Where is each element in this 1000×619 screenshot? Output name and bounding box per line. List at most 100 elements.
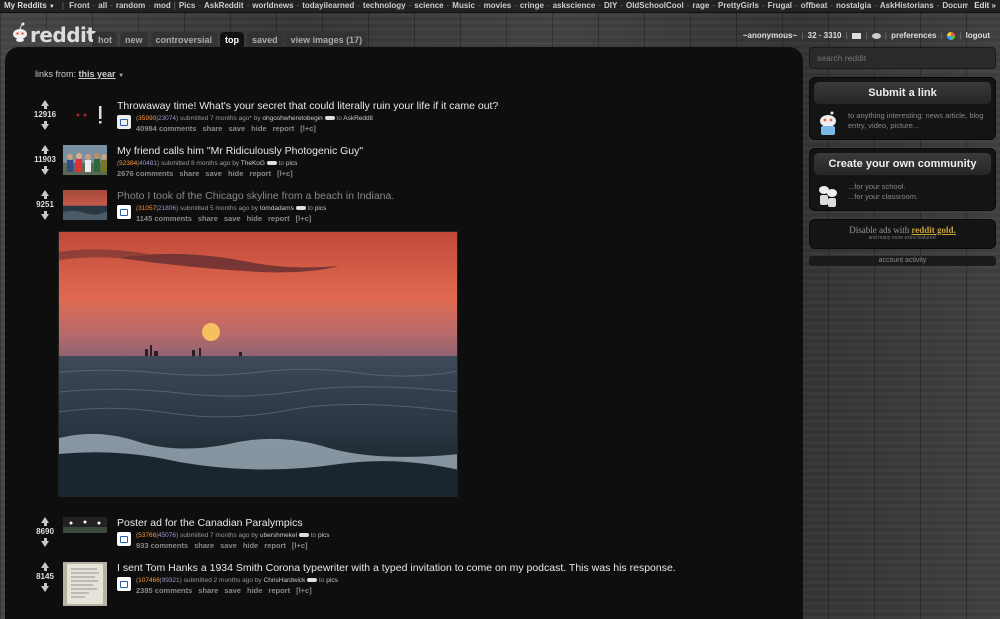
downvote-arrow-icon[interactable] [41, 166, 49, 175]
reddit-logo[interactable]: reddit [10, 19, 96, 47]
comments-link[interactable]: 40984 comments [136, 124, 196, 133]
subreddit-link[interactable]: Pics [179, 1, 195, 10]
subreddit-link[interactable]: PrettyGirls [718, 1, 759, 10]
thumbnail-photogenic-guy[interactable] [63, 145, 107, 175]
subreddit-link[interactable]: pics [318, 532, 330, 539]
author-link[interactable]: ChrisHardwick [264, 577, 306, 584]
comments-link[interactable]: 1145 comments [136, 214, 192, 223]
downvote-arrow-icon[interactable] [41, 121, 49, 130]
hide-link[interactable]: hide [247, 214, 262, 223]
downvote-arrow-icon[interactable] [41, 583, 49, 592]
comments-link[interactable]: 2676 comments [117, 169, 173, 178]
logout-link[interactable]: logout [966, 31, 990, 40]
hide-link[interactable]: hide [243, 541, 258, 550]
hide-link[interactable]: hide [251, 124, 266, 133]
subreddit-link[interactable]: todayilearned [302, 1, 354, 10]
image-expand-icon[interactable] [117, 577, 131, 591]
report-link[interactable]: report [249, 169, 271, 178]
post-title[interactable]: Poster ad for the Canadian Paralympics [117, 517, 717, 530]
subreddit-link[interactable]: AskReddit [204, 1, 244, 10]
subreddit-link[interactable]: pics [315, 205, 327, 212]
time-filter-dropdown[interactable]: this year [79, 69, 116, 79]
subreddit-link[interactable]: technology [363, 1, 406, 10]
subreddit-link[interactable]: nostalgia [836, 1, 871, 10]
thumbnail-paralympics[interactable] [63, 517, 107, 533]
share-link[interactable]: share [198, 214, 218, 223]
links-and-comments-link[interactable]: [l+c] [300, 124, 316, 133]
post-title[interactable]: I sent Tom Hanks a 1934 Smith Corona typ… [117, 562, 717, 575]
post-title[interactable]: My friend calls him "Mr Ridiculously Pho… [117, 145, 717, 158]
subreddit-link[interactable]: AskHistorians [880, 1, 934, 10]
subreddit-link[interactable]: DIY [604, 1, 617, 10]
subreddit-link[interactable]: pics [326, 577, 338, 584]
subreddit-link[interactable]: Music [452, 1, 475, 10]
extension-gear-icon[interactable] [947, 31, 956, 40]
save-link[interactable]: save [228, 124, 245, 133]
report-link[interactable]: report [264, 541, 286, 550]
share-link[interactable]: share [202, 124, 222, 133]
submit-link-button[interactable]: Submit a link [814, 82, 991, 104]
subreddit-link[interactable]: pics [286, 160, 298, 167]
report-link[interactable]: report [268, 586, 290, 595]
author-link[interactable]: tomdadams [260, 205, 294, 212]
save-link[interactable]: save [205, 169, 222, 178]
username-link[interactable]: ~anonymous~ [743, 31, 797, 40]
image-expand-icon[interactable] [117, 532, 131, 546]
preferences-link[interactable]: preferences [891, 31, 936, 40]
chevron-down-icon[interactable]: ▼ [118, 73, 124, 79]
links-and-comments-link[interactable]: [l+c] [292, 541, 308, 550]
subreddit-link[interactable]: movies [484, 1, 512, 10]
create-community-button[interactable]: Create your own community [814, 153, 991, 175]
post-title[interactable]: Throwaway time! What's your secret that … [117, 100, 717, 113]
mail-icon[interactable] [852, 32, 862, 39]
subreddit-link[interactable]: offbeat [801, 1, 828, 10]
save-link[interactable]: save [224, 214, 241, 223]
hide-link[interactable]: hide [228, 169, 243, 178]
thumbnail-chicago-skyline[interactable] [63, 190, 107, 220]
subreddit-link[interactable]: OldSchoolCool [626, 1, 684, 10]
subreddit-link[interactable]: rage [692, 1, 709, 10]
my-reddits-dropdown[interactable]: My Reddits ▼ [0, 0, 59, 12]
expanded-image[interactable] [58, 231, 458, 497]
links-and-comments-link[interactable]: [l+c] [277, 169, 293, 178]
thumbnail-secret[interactable] [63, 100, 107, 130]
downvote-arrow-icon[interactable] [41, 538, 49, 547]
upvote-arrow-icon[interactable] [41, 190, 49, 199]
upvote-arrow-icon[interactable] [41, 517, 49, 526]
subreddit-link[interactable]: worldnews [252, 1, 293, 10]
selfpost-icon[interactable] [117, 115, 131, 129]
search-input[interactable] [809, 47, 996, 69]
save-link[interactable]: save [224, 586, 241, 595]
subreddit-link[interactable]: AskReddit [343, 115, 373, 122]
hide-link[interactable]: hide [247, 586, 262, 595]
account-activity-link[interactable]: account activity [809, 256, 996, 266]
subreddit-link[interactable]: random [116, 1, 145, 10]
subreddit-link[interactable]: Frugal [768, 1, 792, 10]
edit-subreddits-link[interactable]: Edit » [968, 0, 1000, 12]
upvote-arrow-icon[interactable] [41, 562, 49, 571]
author-link[interactable]: TheKoG [241, 160, 265, 167]
modmail-icon[interactable] [871, 32, 881, 39]
upvote-arrow-icon[interactable] [41, 145, 49, 154]
reddit-gold-link[interactable]: reddit gold. [911, 225, 955, 235]
author-link[interactable]: ohgoshwheretobegin [262, 115, 322, 122]
upvote-arrow-icon[interactable] [41, 100, 49, 109]
links-and-comments-link[interactable]: [l+c] [296, 586, 312, 595]
share-link[interactable]: share [179, 169, 199, 178]
save-link[interactable]: save [220, 541, 237, 550]
report-link[interactable]: report [268, 214, 290, 223]
thumbnail-typewriter-letter[interactable] [63, 562, 107, 606]
comments-link[interactable]: 933 comments [136, 541, 188, 550]
links-and-comments-link[interactable]: [l+c] [296, 214, 312, 223]
downvote-arrow-icon[interactable] [41, 211, 49, 220]
post-title[interactable]: Photo I took of the Chicago skyline from… [117, 190, 717, 203]
subreddit-link[interactable]: cringe [520, 1, 544, 10]
subreddit-link[interactable]: science [414, 1, 443, 10]
subreddit-link[interactable]: all [98, 1, 107, 10]
share-link[interactable]: share [198, 586, 218, 595]
comments-link[interactable]: 2385 comments [136, 586, 192, 595]
report-link[interactable]: report [273, 124, 295, 133]
image-expand-icon[interactable] [117, 205, 131, 219]
author-link[interactable]: ubershmekel [260, 532, 297, 539]
subreddit-link[interactable]: mod [154, 1, 171, 10]
